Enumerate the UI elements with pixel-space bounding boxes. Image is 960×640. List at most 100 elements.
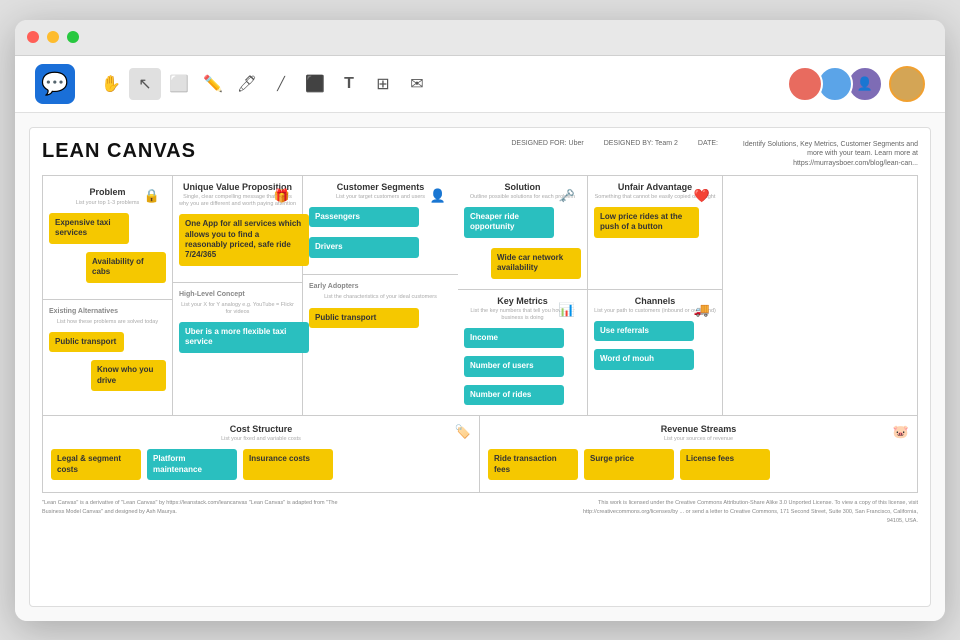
sticky-uber-flexible[interactable]: Uber is a more flexible taxi service — [179, 322, 309, 353]
canvas-header: LEAN CANVAS DESIGNED FOR: Uber DESIGNED … — [42, 140, 918, 169]
problem-header: Problem 🔒 — [49, 182, 166, 200]
key-metrics-cell: Key Metrics 📊 List the key numbers that … — [458, 290, 588, 415]
sticky-low-price[interactable]: Low price rides at the push of a button — [594, 207, 699, 238]
metrics-header: Key Metrics 📊 — [464, 296, 581, 306]
early-adopters-subtitle: List the characteristics of your ideal c… — [309, 294, 452, 301]
sticky-license-fees[interactable]: License fees — [680, 449, 770, 480]
revenue-stickies: Ride transaction fees Surge price Licens… — [488, 449, 909, 484]
high-level-divider — [173, 282, 302, 287]
cost-title: Cost Structure — [51, 424, 471, 434]
avatar-1[interactable] — [787, 66, 823, 102]
gift-icon: 🎁 — [274, 188, 290, 204]
sticky-wide-car[interactable]: Wide car network availability — [491, 248, 581, 279]
sticky-know-drive[interactable]: Know who you drive — [91, 360, 166, 391]
sticky-num-users[interactable]: Number of users — [464, 356, 564, 376]
high-level-label: High-Level Concept — [179, 291, 296, 298]
canvas-area[interactable]: LEAN CANVAS DESIGNED FOR: Uber DESIGNED … — [15, 113, 945, 621]
heart-icon: ❤️ — [694, 188, 710, 204]
main-grid: Problem 🔒 List your top 1-3 problems Exp… — [42, 175, 918, 416]
toolbar-tools: ✋ ↖ ⬜ ✏️ 🖊 ╱ ⬛ T ⊞ ✉ — [95, 68, 433, 100]
unfair-adv-cell: Unfair Advantage ❤️ Something that canno… — [588, 176, 723, 290]
maximize-button[interactable] — [67, 31, 79, 43]
key-icon: 🗝️ — [559, 188, 575, 204]
problem-stickies: Expensive taxi services Availability of … — [49, 213, 166, 287]
solution-cell: Solution 🗝️ Outline possible solutions f… — [458, 176, 588, 290]
cost-subtitle: List your fixed and variable costs — [51, 436, 471, 443]
chart-icon: 📊 — [559, 302, 575, 318]
footer-right-text: This work is licensed under the Creative… — [583, 500, 918, 524]
pointer-tool[interactable]: ↖ — [129, 68, 161, 100]
avatar-4[interactable] — [889, 66, 925, 102]
sticky-cheaper-ride[interactable]: Cheaper ride opportunity — [464, 207, 554, 238]
logo-icon[interactable]: 💬 — [35, 64, 75, 104]
customer-seg-cell: Customer Segments 👤 List your target cus… — [303, 176, 458, 415]
revenue-header: Revenue Streams 🐷 — [488, 424, 909, 434]
footer-left: "Lean Canvas" is a derivative of "Lean C… — [42, 499, 342, 525]
line-tool[interactable]: ╱ — [265, 68, 297, 100]
early-stickies: Public transport — [309, 307, 452, 332]
sticky-availability[interactable]: Availability of cabs — [86, 252, 166, 283]
uvp-stickies: One App for all services which allows yo… — [179, 214, 296, 270]
table-tool[interactable]: ⊞ — [367, 68, 399, 100]
unfair-stickies: Low price rides at the push of a button — [594, 207, 716, 242]
canvas-footer: "Lean Canvas" is a derivative of "Lean C… — [42, 499, 918, 525]
early-adopters-divider — [303, 274, 458, 279]
sticky-one-app[interactable]: One App for all services which allows yo… — [179, 214, 309, 266]
sticky-income[interactable]: Income — [464, 328, 564, 348]
high-level-subtitle: List your X for Y analogy e.g. YouTube =… — [179, 302, 296, 316]
canvas-meta: DESIGNED FOR: Uber DESIGNED BY: Team 2 D… — [511, 140, 918, 169]
shape-tool[interactable]: ⬛ — [299, 68, 331, 100]
pen-tool[interactable]: ✏️ — [197, 68, 229, 100]
footer-left-text: "Lean Canvas" is a derivative of "Lean C… — [42, 500, 338, 515]
text-tool[interactable]: T — [333, 68, 365, 100]
sticky-platform[interactable]: Platform maintenance — [147, 449, 237, 480]
sticky-surge-price[interactable]: Surge price — [584, 449, 674, 480]
metrics-stickies: Income Number of users Number of rides — [464, 328, 581, 409]
titlebar — [15, 20, 945, 56]
sticky-expensive-taxi[interactable]: Expensive taxi services — [49, 213, 129, 244]
footer-right: This work is licensed under the Creative… — [568, 499, 918, 525]
channels-cell: Channels 🚚 List your path to customers (… — [588, 290, 723, 415]
truck-icon: 🚚 — [694, 302, 710, 318]
wide-car-wrapper: Wide car network availability — [464, 248, 581, 283]
early-adopters-label: Early Adopters — [309, 283, 452, 290]
alt-stickies: Public transport Know who you drive — [49, 332, 166, 395]
sticky-referrals[interactable]: Use referrals — [594, 321, 694, 341]
solution-header: Solution 🗝️ — [464, 182, 581, 192]
hand-tool[interactable]: ✋ — [95, 68, 127, 100]
uvp-header: Unique Value Proposition 🎁 — [179, 182, 296, 194]
pencil-tool[interactable]: 🖊 — [231, 68, 263, 100]
sticky-insurance[interactable]: Insurance costs — [243, 449, 333, 480]
close-button[interactable] — [27, 31, 39, 43]
tag-icon: 🏷️ — [455, 424, 471, 440]
minimize-button[interactable] — [47, 31, 59, 43]
revenue-subtitle: List your sources of revenue — [488, 436, 909, 443]
existing-alt-divider — [43, 299, 172, 304]
app-window: 💬 ✋ ↖ ⬜ ✏️ 🖊 ╱ ⬛ T ⊞ ✉ 👤 — [15, 20, 945, 621]
sticky-drivers[interactable]: Drivers — [309, 237, 419, 257]
cost-stickies: Legal & segment costs Platform maintenan… — [51, 449, 471, 484]
canvas-title: LEAN CANVAS — [42, 140, 196, 163]
cost-header: Cost Structure 🏷️ — [51, 424, 471, 434]
sticky-word-of-mouth[interactable]: Word of mouh — [594, 349, 694, 369]
sticky-public-transport-alt[interactable]: Public transport — [49, 332, 124, 352]
eraser-tool[interactable]: ⬜ — [163, 68, 195, 100]
existing-alt-subtitle: List how these problems are solved today — [49, 319, 166, 326]
bottom-grid: Cost Structure 🏷️ List your fixed and va… — [42, 416, 918, 493]
sticky-num-rides[interactable]: Number of rides — [464, 385, 564, 405]
sticky-transaction-fees[interactable]: Ride transaction fees — [488, 449, 578, 480]
revenue-title: Revenue Streams — [488, 424, 909, 434]
problem-title: Problem — [89, 187, 125, 197]
sticky-passengers[interactable]: Passengers — [309, 207, 419, 227]
toolbar: 💬 ✋ ↖ ⬜ ✏️ 🖊 ╱ ⬛ T ⊞ ✉ 👤 — [15, 56, 945, 113]
channels-stickies: Use referrals Word of mouh — [594, 321, 716, 374]
unfair-header: Unfair Advantage ❤️ — [594, 182, 716, 192]
sticky-public-transport-early[interactable]: Public transport — [309, 308, 419, 328]
note-tool[interactable]: ✉ — [401, 68, 433, 100]
lock-icon: 🔒 — [144, 188, 160, 204]
sticky-legal-costs[interactable]: Legal & segment costs — [51, 449, 141, 480]
person-icon: 👤 — [430, 188, 446, 204]
designed-for: DESIGNED FOR: Uber — [511, 140, 583, 169]
existing-alt-label: Existing Alternatives — [49, 308, 166, 315]
piggy-icon: 🐷 — [893, 424, 909, 440]
